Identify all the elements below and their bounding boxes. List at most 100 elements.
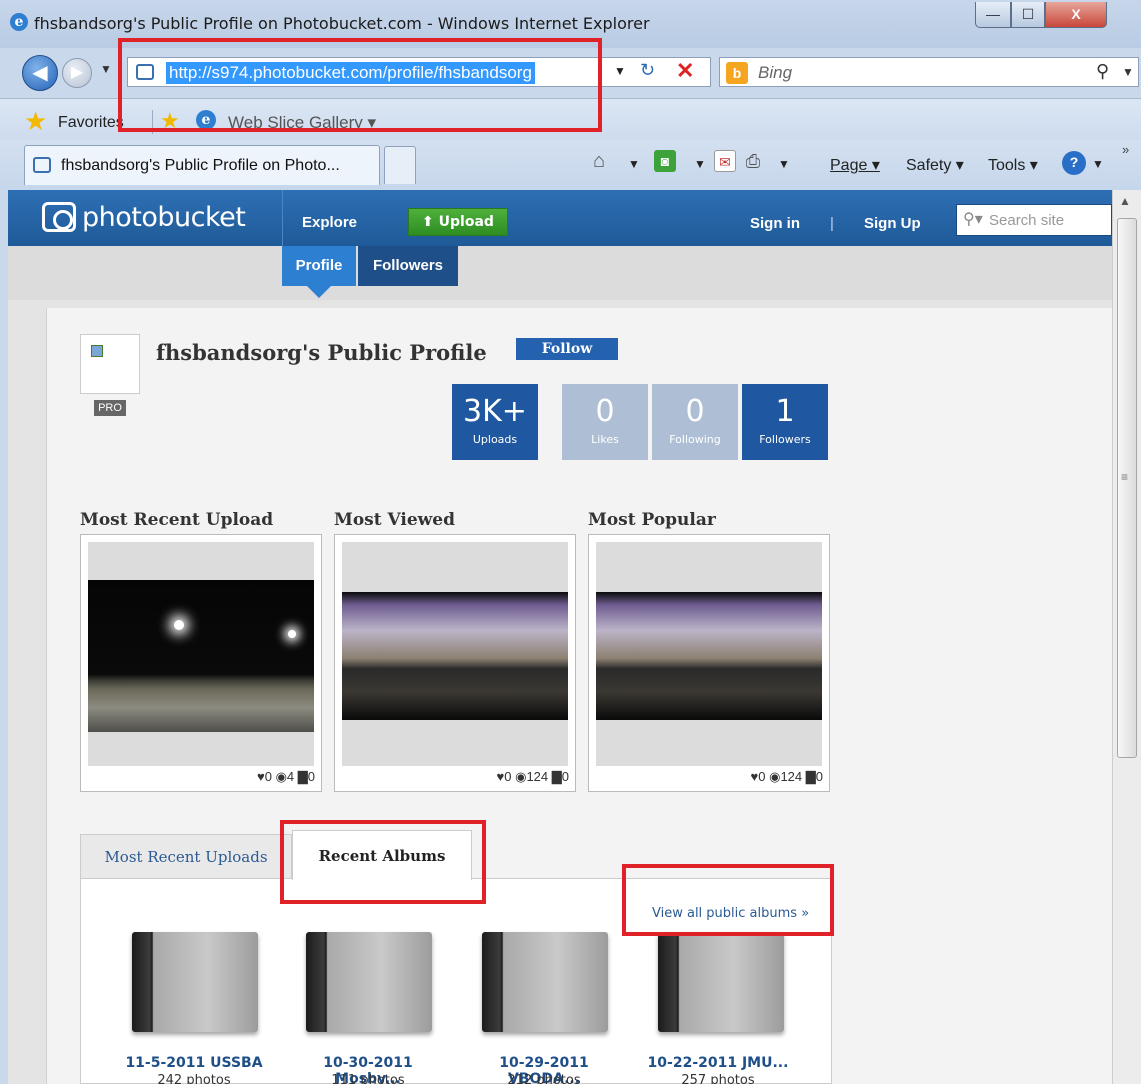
scroll-grip-icon: ≡	[1121, 470, 1129, 484]
album-count: 111 photos	[331, 1073, 405, 1084]
album-icon	[482, 932, 608, 1032]
minimize-button[interactable]: —	[975, 2, 1011, 28]
stat-label: Likes	[591, 433, 619, 446]
comment-icon: ▇	[297, 769, 308, 784]
home-icon[interactable]: ⌂	[588, 150, 610, 172]
active-tab-arrow	[307, 286, 331, 298]
thumb-stats: ♥0 ◉124 ▇0	[750, 769, 823, 784]
favorites-star-icon[interactable]: ★	[24, 108, 47, 134]
stat-followers[interactable]: 1 Followers	[742, 384, 828, 460]
eye-icon: ◉	[515, 769, 527, 784]
stat-following[interactable]: 0 Following	[652, 384, 738, 460]
page-menu[interactable]: Page ▾	[830, 155, 880, 175]
header-divider	[282, 190, 283, 246]
photobucket-logo[interactable]: photobucket	[42, 202, 246, 233]
album-cover[interactable]	[658, 932, 784, 1040]
tab-most-recent-uploads[interactable]: Most Recent Uploads	[80, 834, 292, 878]
web-page: photobucket Explore ⬆ Upload Sign in | S…	[8, 190, 1112, 1084]
home-dropdown-icon[interactable]: ▼	[628, 157, 640, 171]
follow-button[interactable]: Follow	[516, 338, 618, 360]
chevron-more-icon[interactable]: »	[1122, 142, 1129, 157]
ie-window: e fhsbandsorg's Public Profile on Photob…	[0, 0, 1141, 1084]
avatar[interactable]	[80, 334, 140, 394]
site-search-box[interactable]: ⚲▾ Search site	[956, 204, 1112, 236]
print-dropdown-icon[interactable]: ▼	[778, 157, 790, 171]
feeds-dropdown-icon[interactable]: ▼	[694, 157, 706, 171]
album-cover[interactable]	[132, 932, 258, 1040]
most-popular-thumb[interactable]: ♥0 ◉124 ▇0	[588, 534, 830, 792]
sign-up-link[interactable]: Sign Up	[864, 215, 921, 232]
upload-button[interactable]: ⬆ Upload	[408, 208, 508, 236]
mail-icon[interactable]: ✉	[714, 150, 736, 172]
browser-tab[interactable]: fhsbandsorg's Public Profile on Photo...	[24, 145, 380, 185]
new-tab-button[interactable]	[384, 146, 416, 184]
help-icon[interactable]: ?	[1062, 151, 1086, 175]
maximize-button[interactable]: ☐	[1011, 2, 1045, 28]
tab-profile[interactable]: Profile	[282, 246, 356, 286]
heart-icon: ♥	[256, 769, 265, 784]
stop-icon[interactable]: ✕	[676, 58, 694, 84]
stat-uploads[interactable]: 3K+ Uploads	[452, 384, 538, 460]
thumb-stats: ♥0 ◉4 ▇0	[256, 769, 315, 784]
tools-menu[interactable]: Tools ▾	[988, 155, 1038, 175]
album-cover[interactable]	[482, 932, 608, 1040]
stat-label: Following	[669, 433, 721, 446]
stat-value: 0	[595, 394, 615, 429]
most-recent-upload-thumb[interactable]: ♥0 ◉4 ▇0	[80, 534, 322, 792]
eye-icon: ◉	[769, 769, 781, 784]
search-input[interactable]: Bing	[758, 63, 792, 83]
concert-stage-photo	[596, 592, 822, 720]
thumb-background	[596, 542, 822, 766]
album-icon	[658, 932, 784, 1032]
search-dropdown-icon[interactable]: ▼	[1122, 65, 1134, 79]
stat-label: Uploads	[472, 433, 518, 446]
address-dropdown-icon[interactable]: ▼	[614, 64, 626, 78]
scroll-up-icon[interactable]: ▲	[1119, 194, 1131, 208]
safety-menu[interactable]: Safety ▾	[906, 155, 964, 175]
sign-in-link[interactable]: Sign in	[750, 215, 800, 232]
favorites-button[interactable]: Favorites	[58, 114, 124, 132]
stadium-light	[288, 630, 296, 638]
stat-value: 3K+	[463, 394, 527, 429]
thumb-background	[88, 542, 314, 766]
album-name[interactable]: 11-5-2011 USSBA	[114, 1055, 274, 1071]
stat-likes[interactable]: 0 Likes	[562, 384, 648, 460]
vertical-scrollbar[interactable]: ▲ ≡	[1112, 190, 1141, 1084]
album-count: 242 photos	[157, 1073, 231, 1084]
stat-value: 0	[685, 394, 705, 429]
search-box[interactable]: b Bing ⚲ ▼	[719, 57, 1139, 87]
search-icon[interactable]: ⚲	[1096, 61, 1109, 82]
album-name[interactable]: 10-22-2011 JMU...	[638, 1055, 798, 1071]
refresh-icon[interactable]: ↻	[640, 60, 655, 81]
annotation-box-recent-albums	[280, 820, 486, 904]
eye-icon: ◉	[275, 769, 287, 784]
forward-button[interactable]: ▶	[62, 58, 92, 88]
thumb-background	[342, 542, 568, 766]
header-separator: |	[830, 215, 834, 232]
most-viewed-title: Most Viewed	[334, 510, 456, 530]
explore-link[interactable]: Explore	[302, 214, 357, 231]
print-icon[interactable]: ⎙	[742, 150, 764, 172]
tab-followers[interactable]: Followers	[358, 246, 458, 286]
bing-logo-icon: b	[726, 62, 748, 84]
album-cover[interactable]	[306, 932, 432, 1040]
close-button[interactable]: X	[1045, 2, 1107, 28]
scroll-thumb[interactable]	[1117, 218, 1137, 758]
stat-label: Followers	[759, 433, 811, 446]
camera-logo-icon	[42, 202, 76, 232]
tab-favicon-icon	[33, 157, 51, 173]
help-dropdown-icon[interactable]: ▼	[1092, 157, 1104, 171]
broken-image-icon	[91, 345, 103, 357]
site-search-input[interactable]: Search site	[989, 212, 1064, 229]
annotation-box-address	[118, 38, 602, 132]
pro-badge: PRO	[94, 400, 126, 416]
most-viewed-thumb[interactable]: ♥0 ◉124 ▇0	[334, 534, 576, 792]
back-button[interactable]: ◀	[22, 55, 58, 91]
feeds-icon[interactable]: ◙	[654, 150, 676, 172]
album-icon	[132, 932, 258, 1032]
comment-icon: ▇	[551, 769, 562, 784]
profile-title: fhsbandsorg's Public Profile	[156, 340, 487, 365]
annotation-box-view-all	[622, 864, 834, 936]
ie-logo-icon: e	[10, 13, 28, 31]
history-dropdown-icon[interactable]: ▼	[100, 62, 112, 76]
